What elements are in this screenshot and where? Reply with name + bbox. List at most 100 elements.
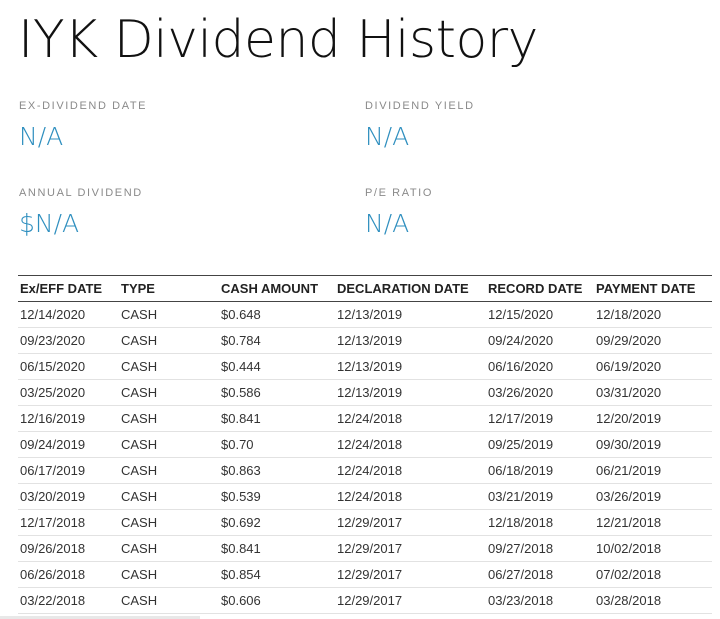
cell-payment-date: 10/02/2018: [594, 535, 712, 562]
cell-type: CASH: [119, 327, 219, 354]
cell-payment-date: 12/18/2020: [594, 301, 712, 328]
cell-declaration-date: 12/29/2017: [335, 561, 486, 588]
cell-type: CASH: [119, 483, 219, 510]
cell-cash-amount: $0.586: [219, 379, 335, 406]
cell-cash-amount: $0.606: [219, 587, 335, 614]
cell-declaration-date: 12/29/2017: [335, 535, 486, 562]
table-row: 03/25/2020 CASH $0.586 12/13/2019 03/26/…: [18, 379, 712, 406]
cell-ex-eff-date: 09/26/2018: [18, 535, 119, 562]
page-title: IYK Dividend History: [18, 10, 538, 70]
stat-annual-dividend: ANNUAL DIVIDEND $N/A: [19, 186, 339, 240]
cell-type: CASH: [119, 561, 219, 588]
column-header-cash-amount[interactable]: CASH AMOUNT: [219, 276, 335, 302]
cell-ex-eff-date: 12/16/2019: [18, 405, 119, 432]
cell-cash-amount: $0.692: [219, 509, 335, 536]
cell-type: CASH: [119, 509, 219, 536]
table-row: 12/14/2020 CASH $0.648 12/13/2019 12/15/…: [18, 301, 712, 328]
cell-cash-amount: $0.444: [219, 353, 335, 380]
stat-label: EX-DIVIDEND DATE: [19, 100, 148, 112]
stat-label: ANNUAL DIVIDEND: [19, 187, 143, 199]
cell-cash-amount: $0.841: [219, 405, 335, 432]
cell-payment-date: 12/21/2018: [594, 509, 712, 536]
table-row: 09/24/2019 CASH $0.70 12/24/2018 09/25/2…: [18, 431, 712, 458]
cell-payment-date: 12/20/2019: [594, 405, 712, 432]
table-row: 12/17/2018 CASH $0.692 12/29/2017 12/18/…: [18, 509, 712, 536]
cell-ex-eff-date: 12/14/2020: [18, 301, 119, 328]
cell-record-date: 12/18/2018: [486, 509, 594, 536]
stat-value: N/A: [365, 209, 410, 238]
stat-pe-ratio: P/E RATIO N/A: [365, 186, 685, 240]
cell-payment-date: 03/31/2020: [594, 379, 712, 406]
cell-record-date: 03/21/2019: [486, 483, 594, 510]
cell-record-date: 03/23/2018: [486, 587, 594, 614]
cell-payment-date: 03/26/2019: [594, 483, 712, 510]
table-row: 03/22/2018 CASH $0.606 12/29/2017 03/23/…: [18, 587, 712, 614]
cell-type: CASH: [119, 457, 219, 484]
cell-record-date: 06/27/2018: [486, 561, 594, 588]
table-row: 06/17/2019 CASH $0.863 12/24/2018 06/18/…: [18, 457, 712, 484]
cell-record-date: 12/15/2020: [486, 301, 594, 328]
cell-cash-amount: $0.539: [219, 483, 335, 510]
cell-record-date: 03/26/2020: [486, 379, 594, 406]
column-header-ex-eff-date[interactable]: Ex/EFF DATE: [18, 276, 119, 302]
cell-type: CASH: [119, 431, 219, 458]
cell-type: CASH: [119, 379, 219, 406]
cell-ex-eff-date: 06/15/2020: [18, 353, 119, 380]
cell-ex-eff-date: 03/25/2020: [18, 379, 119, 406]
stat-dividend-yield: DIVIDEND YIELD N/A: [365, 99, 685, 153]
cell-record-date: 09/27/2018: [486, 535, 594, 562]
table-body: 12/14/2020 CASH $0.648 12/13/2019 12/15/…: [18, 301, 712, 614]
cell-declaration-date: 12/13/2019: [335, 327, 486, 354]
column-header-declaration-date[interactable]: DECLARATION DATE: [335, 276, 486, 302]
cell-record-date: 06/16/2020: [486, 353, 594, 380]
cell-declaration-date: 12/29/2017: [335, 587, 486, 614]
table-row: 09/23/2020 CASH $0.784 12/13/2019 09/24/…: [18, 327, 712, 354]
cell-type: CASH: [119, 405, 219, 432]
column-header-record-date[interactable]: RECORD DATE: [486, 276, 594, 302]
column-header-payment-date[interactable]: PAYMENT DATE: [594, 276, 712, 302]
cell-declaration-date: 12/13/2019: [335, 379, 486, 406]
cell-cash-amount: $0.648: [219, 301, 335, 328]
cell-declaration-date: 12/13/2019: [335, 301, 486, 328]
cell-declaration-date: 12/13/2019: [335, 353, 486, 380]
table-row: 06/26/2018 CASH $0.854 12/29/2017 06/27/…: [18, 561, 712, 588]
cell-declaration-date: 12/29/2017: [335, 509, 486, 536]
cell-declaration-date: 12/24/2018: [335, 431, 486, 458]
cell-type: CASH: [119, 535, 219, 562]
cell-type: CASH: [119, 587, 219, 614]
stat-value: $N/A: [19, 209, 80, 238]
stat-ex-dividend-date: EX-DIVIDEND DATE N/A: [19, 99, 339, 153]
cell-ex-eff-date: 06/26/2018: [18, 561, 119, 588]
cell-ex-eff-date: 09/23/2020: [18, 327, 119, 354]
cell-payment-date: 06/21/2019: [594, 457, 712, 484]
cell-ex-eff-date: 03/20/2019: [18, 483, 119, 510]
cell-declaration-date: 12/24/2018: [335, 483, 486, 510]
cell-declaration-date: 12/24/2018: [335, 457, 486, 484]
stat-value: N/A: [19, 122, 64, 151]
table-row: 12/16/2019 CASH $0.841 12/24/2018 12/17/…: [18, 405, 712, 432]
cell-payment-date: 09/30/2019: [594, 431, 712, 458]
cell-type: CASH: [119, 301, 219, 328]
cell-type: CASH: [119, 353, 219, 380]
cell-cash-amount: $0.863: [219, 457, 335, 484]
stat-value: N/A: [365, 122, 410, 151]
table-header-row: Ex/EFF DATE TYPE CASH AMOUNT DECLARATION…: [18, 275, 712, 302]
cell-declaration-date: 12/24/2018: [335, 405, 486, 432]
stat-label: DIVIDEND YIELD: [365, 100, 475, 112]
cell-ex-eff-date: 03/22/2018: [18, 587, 119, 614]
cell-payment-date: 09/29/2020: [594, 327, 712, 354]
cell-cash-amount: $0.841: [219, 535, 335, 562]
table-row: 06/15/2020 CASH $0.444 12/13/2019 06/16/…: [18, 353, 712, 380]
cell-ex-eff-date: 12/17/2018: [18, 509, 119, 536]
cell-payment-date: 03/28/2018: [594, 587, 712, 614]
cell-cash-amount: $0.70: [219, 431, 335, 458]
cell-record-date: 12/17/2019: [486, 405, 594, 432]
stat-label: P/E RATIO: [365, 187, 433, 199]
column-header-type[interactable]: TYPE: [119, 276, 219, 302]
table-row: 03/20/2019 CASH $0.539 12/24/2018 03/21/…: [18, 483, 712, 510]
dividend-history-table: Ex/EFF DATE TYPE CASH AMOUNT DECLARATION…: [18, 275, 712, 614]
table-row: 09/26/2018 CASH $0.841 12/29/2017 09/27/…: [18, 535, 712, 562]
cell-record-date: 06/18/2019: [486, 457, 594, 484]
cell-record-date: 09/24/2020: [486, 327, 594, 354]
cell-payment-date: 07/02/2018: [594, 561, 712, 588]
